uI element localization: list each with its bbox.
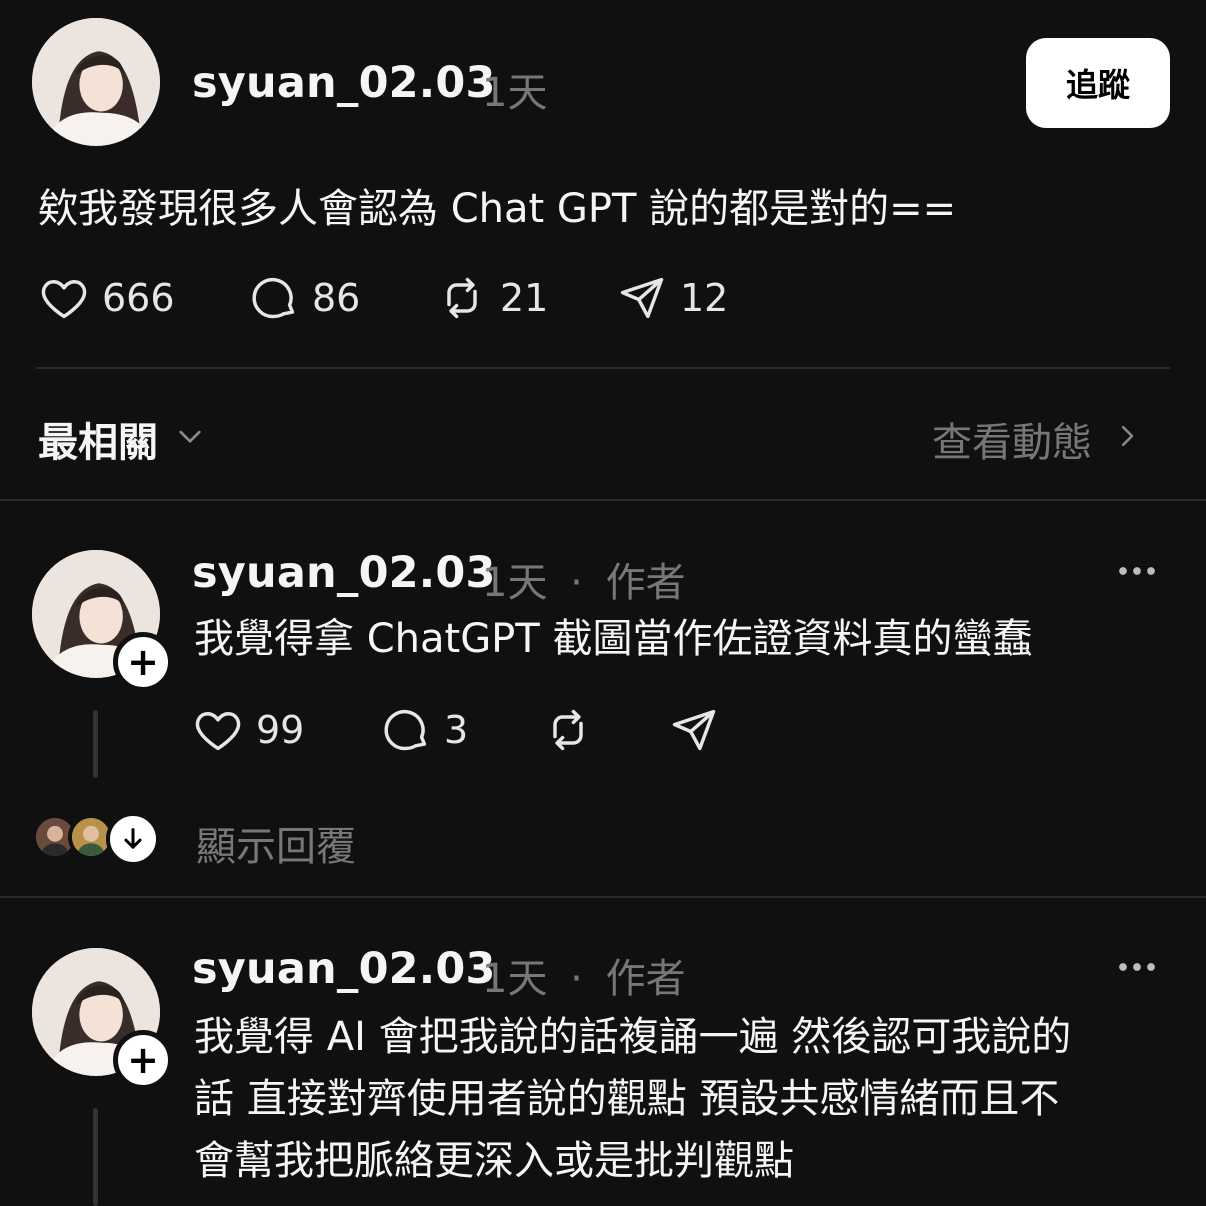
comment-icon xyxy=(248,272,300,324)
more-options-button[interactable] xyxy=(1116,946,1158,997)
reply-body-line: 話 直接對齊使用者說的觀點 預設共感情緒而且不 xyxy=(194,1076,1060,1122)
reply-share-button[interactable] xyxy=(668,704,720,756)
reply-body-line: 我覺得 AI 會把我說的話複誦一遍 然後認可我說的 xyxy=(194,1014,1072,1060)
comment-icon xyxy=(380,704,432,756)
comment-button[interactable]: 86 xyxy=(248,272,360,324)
post-divider xyxy=(36,367,1170,369)
follow-plus-button[interactable]: + xyxy=(113,1030,173,1090)
share-count: 12 xyxy=(680,276,729,320)
arrow-down-icon xyxy=(106,812,160,866)
reply-like-count: 99 xyxy=(256,708,305,752)
thread-line xyxy=(93,1108,98,1206)
reply-time: 1天 xyxy=(482,560,548,606)
repost-button[interactable]: 21 xyxy=(436,272,548,324)
reply-time: 1天 xyxy=(482,956,548,1002)
like-button[interactable]: 666 xyxy=(38,272,175,324)
repost-icon xyxy=(542,704,594,756)
heart-icon xyxy=(38,272,90,324)
plus-icon: + xyxy=(127,1038,159,1082)
section-divider xyxy=(0,499,1206,501)
chevron-right-icon xyxy=(1112,416,1142,462)
reply-username[interactable]: syuan_02.03 xyxy=(192,944,496,994)
post-username[interactable]: syuan_02.03 xyxy=(192,58,496,108)
reply-comment-button[interactable]: 3 xyxy=(380,704,468,756)
reply-comment-count: 3 xyxy=(444,708,469,752)
follow-plus-button[interactable]: + xyxy=(113,632,173,692)
thread-line xyxy=(93,710,98,778)
view-activity-link[interactable]: 查看動態 xyxy=(932,410,1142,468)
post-timestamp: 1天 xyxy=(482,70,548,116)
comment-count: 86 xyxy=(312,276,361,320)
view-activity-label: 查看動態 xyxy=(932,420,1092,466)
post-author-avatar[interactable] xyxy=(32,18,160,146)
reply-timestamp: 1天 · 作者 xyxy=(482,550,686,608)
more-options-button[interactable] xyxy=(1116,550,1158,601)
plus-icon: + xyxy=(127,640,159,684)
sort-label: 最相關 xyxy=(38,420,158,466)
reply-body-line: 會幫我把脈絡更深入或是批判觀點 xyxy=(194,1138,794,1184)
follow-button[interactable]: 追蹤 xyxy=(1026,38,1170,128)
share-button[interactable]: 12 xyxy=(616,272,728,324)
heart-icon xyxy=(192,704,244,756)
author-tag: 作者 xyxy=(605,956,686,1002)
post-body-text: 欸我發現很多人會認為 Chat GPT 說的都是對的== xyxy=(38,186,957,232)
reply-like-button[interactable]: 99 xyxy=(192,704,304,756)
repost-count: 21 xyxy=(500,276,549,320)
author-tag: 作者 xyxy=(605,560,686,606)
meta-separator: · xyxy=(570,956,583,1002)
like-count: 666 xyxy=(102,276,175,320)
show-replies-label[interactable]: 顯示回覆 xyxy=(196,814,356,872)
more-icon xyxy=(1116,561,1158,601)
send-icon xyxy=(616,272,668,324)
chevron-down-icon xyxy=(174,416,206,462)
meta-separator: · xyxy=(570,560,583,606)
reply-timestamp: 1天 · 作者 xyxy=(482,946,686,1004)
reply-body-text: 我覺得拿 ChatGPT 截圖當作佐證資料真的蠻蠢 xyxy=(194,616,1033,662)
reply-repost-button[interactable] xyxy=(542,704,594,756)
sort-dropdown[interactable]: 最相關 xyxy=(38,410,206,468)
send-icon xyxy=(668,704,720,756)
reply-username[interactable]: syuan_02.03 xyxy=(192,548,496,598)
repost-icon xyxy=(436,272,488,324)
more-icon xyxy=(1116,957,1158,997)
reply-body-text: 我覺得 AI 會把我說的話複誦一遍 然後認可我說的 話 直接對齊使用者說的觀點 … xyxy=(194,1006,1071,1192)
reply-divider xyxy=(0,896,1206,898)
